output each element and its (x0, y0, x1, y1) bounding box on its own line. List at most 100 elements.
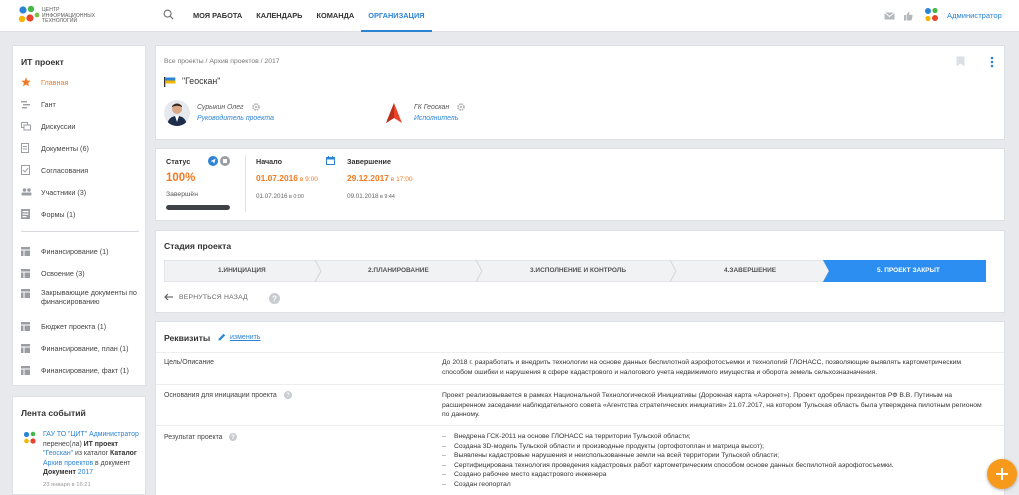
go-back-button[interactable]: Вернуться назад (164, 293, 248, 301)
help-icon[interactable]: ? (283, 391, 292, 399)
manager-avatar[interactable] (164, 100, 190, 126)
sidebar-item-approvals[interactable]: Согласования (13, 161, 145, 179)
user-name-link[interactable]: Администратор (947, 11, 1002, 20)
arrow-left-icon (164, 293, 173, 301)
like-icon[interactable] (903, 11, 913, 21)
more-options-icon[interactable] (990, 56, 994, 68)
sidebar-item-label: Закрывающие документы по финансированию (41, 288, 137, 306)
start-time-value: в 9:00 (297, 176, 318, 183)
feed-catalog-link[interactable]: Архив проектов (43, 460, 93, 467)
feed-actor-link[interactable]: ГАУ ТО "ЦИТ" Администратор (43, 431, 139, 438)
executor-role-link[interactable]: Исполнитель (414, 115, 458, 122)
feed-object-type: ИТ проект (83, 440, 118, 448)
stages-card: Стадия проекта 1.Инициация 2.Планировани… (155, 230, 1005, 313)
gantt-icon (21, 100, 35, 109)
status-percent: 100% (166, 172, 196, 184)
star-icon (21, 77, 35, 87)
sidebar-item-label: Согласования (41, 165, 89, 175)
avatar[interactable] (924, 7, 940, 23)
stage-label-2: 2.Планирование (368, 267, 429, 274)
start-fact-date: 01.07.2016 в 0:00 (256, 193, 304, 200)
pencil-icon (218, 333, 226, 341)
main-nav: Моя работа Календарь Команда Организация (186, 0, 432, 32)
manager-role-link[interactable]: Руководитель проекта (197, 115, 274, 122)
sidebar-item-forms[interactable]: Формы (1) (13, 205, 145, 223)
add-button[interactable] (987, 459, 1017, 489)
sidebar-item-gantt[interactable]: Гант (13, 95, 145, 113)
status-label: Статус (166, 157, 191, 166)
nav-my-work[interactable]: Моя работа (186, 0, 249, 32)
stages-title: Стадия проекта (164, 241, 232, 251)
table-icon (21, 246, 35, 256)
gear-icon[interactable] (457, 103, 465, 111)
sidebar-item-label: Финансирование, факт (1) (41, 365, 129, 375)
requisites-title: Реквизиты (164, 333, 211, 343)
end-fact-date-value: 09.01.2018 (347, 193, 379, 200)
sidebar-item-label: Документы (6) (41, 143, 89, 153)
end-fact-time-value: в 9:44 (378, 194, 395, 200)
help-icon[interactable]: ? (269, 293, 280, 304)
stop-icon[interactable] (220, 156, 230, 166)
list-item: Внедрена ГСК-2011 на основе ГЛОНАСС на т… (442, 432, 990, 442)
svg-text:?: ? (286, 393, 290, 399)
logo[interactable]: Центр информационных технологий (18, 5, 108, 27)
goal-value: До 2018 г. разработать и внедрить технол… (442, 359, 962, 376)
sidebar-item-financing[interactable]: Финансирование (1) (13, 242, 145, 260)
feed-title: Лента событий (21, 408, 86, 418)
nav-organization[interactable]: Организация (361, 0, 432, 32)
sidebar-item-participants[interactable]: Участники (3) (13, 183, 145, 201)
edit-button[interactable]: изменить (218, 333, 260, 341)
breadcrumb[interactable]: Все проекты / Архив проектов / 2017 (164, 58, 280, 65)
sidebar-item-label: Гант (41, 99, 56, 109)
gear-icon[interactable] (252, 103, 260, 111)
executor-name: ГК Геоскан (414, 104, 450, 111)
end-time-value: в 17:00 (388, 176, 413, 183)
stage-label-4: 4.Завершение (724, 267, 777, 274)
event-feed: Лента событий ГАУ ТО "ЦИТ" Администратор… (12, 396, 146, 495)
status-divider (245, 155, 246, 212)
mail-icon[interactable] (884, 12, 895, 20)
approval-icon (21, 165, 35, 175)
sidebar-item-documents[interactable]: Документы (6) (13, 139, 145, 157)
sidebar-item-financing-fact[interactable]: Финансирование, факт (1) (13, 361, 145, 379)
sidebar-item-financing-plan[interactable]: Финансирование, план (1) (13, 339, 145, 357)
end-label: Завершение (347, 157, 391, 166)
sidebar-item-discussions[interactable]: Дискуссии (13, 117, 145, 135)
feed-object-link[interactable]: "Геоскан" (43, 450, 73, 457)
sidebar-item-budget[interactable]: Бюджет проекта (1) (13, 317, 145, 335)
bookmark-icon[interactable] (956, 56, 965, 67)
feed-avatar (23, 431, 36, 444)
executor-logo[interactable] (381, 100, 407, 126)
sidebar-item-label: Участники (3) (41, 187, 87, 197)
status-progress-fill (166, 205, 230, 210)
sidebar-item-label: Финансирование (1) (41, 246, 109, 256)
search-icon[interactable] (163, 9, 174, 20)
help-icon[interactable]: ? (229, 433, 238, 441)
result-label: Результат проекта ? (164, 433, 238, 441)
feed-document-link[interactable]: 2017 (78, 469, 93, 476)
table-icon (21, 343, 35, 353)
plus-icon (996, 468, 1008, 480)
start-date: 01.07.2016 в 9:00 (256, 173, 318, 183)
calendar-icon[interactable] (326, 156, 335, 165)
send-icon[interactable] (208, 156, 218, 166)
logo-text: Центр информационных технологий (42, 7, 96, 25)
nav-calendar[interactable]: Календарь (249, 0, 309, 32)
feed-text-part: из каталог (73, 450, 111, 457)
people-icon (21, 188, 35, 196)
project-header-card: Все проекты / Архив проектов / 2017 "Гео… (155, 45, 1005, 140)
sidebar-item-label: Дискуссии (41, 121, 76, 131)
sidebar-item-closing-docs[interactable]: Закрывающие документы по финансированию (13, 286, 145, 308)
go-back-label: Вернуться назад (179, 293, 248, 301)
sidebar-item-label: Главная (41, 77, 69, 87)
start-label: Начало (256, 157, 283, 166)
svg-text:?: ? (272, 294, 277, 303)
sidebar-item-main[interactable]: Главная (13, 73, 145, 91)
feed-text-part: перенес(ла) (43, 440, 84, 448)
start-date-value: 01.07.2016 (256, 173, 298, 183)
list-item: Создана 3D-модель Тульской области и про… (442, 442, 990, 452)
sidebar-item-label: Финансирование, план (1) (41, 343, 129, 353)
basis-value: Проект реализовывается в рамках Национал… (442, 392, 982, 418)
sidebar-item-mastering[interactable]: Освоение (3) (13, 264, 145, 282)
nav-team[interactable]: Команда (310, 0, 362, 32)
